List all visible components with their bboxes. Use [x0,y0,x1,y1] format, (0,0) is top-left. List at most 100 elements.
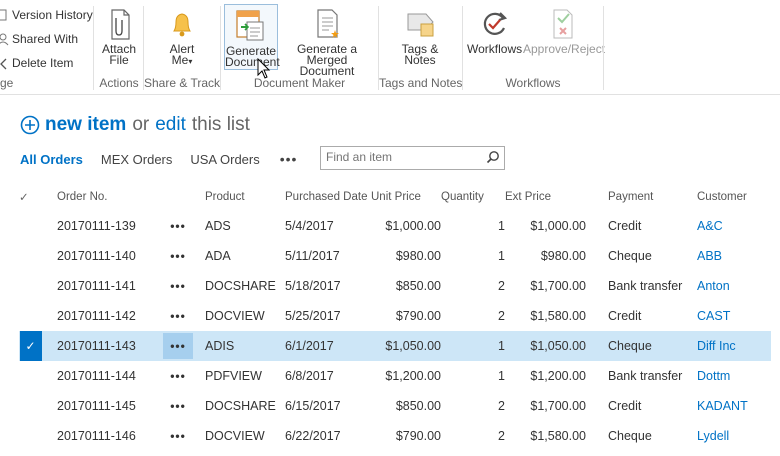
table-row[interactable]: ✓ 20170111-143 ••• ADIS 6/1/2017 $1,050.00 1 $1… [19,331,771,361]
customer-cell[interactable]: Diff Inc [697,331,771,361]
row-menu-button[interactable]: ••• [151,391,205,421]
manage-group: Version History Shared With Delete Item … [0,0,93,94]
row-checkbox[interactable] [19,241,42,271]
table-row[interactable]: 20170111-146 ••• DOCVIEW 6/22/2017 $790.00 2 $… [19,421,771,451]
purchased-date-cell: 5/25/2017 [285,309,341,323]
row-checkbox[interactable] [19,421,42,451]
customer-link[interactable]: Dottm [697,369,730,383]
delete-item-button[interactable]: Delete Item [0,53,73,73]
table-row[interactable]: 20170111-142 ••• DOCVIEW 5/25/2017 $790.00 2 $… [19,301,771,331]
view-tabs: All Orders MEX Orders USA Orders ••• [20,148,297,170]
attach-file-button[interactable]: Attach File [98,6,140,66]
table-row[interactable]: 20170111-145 ••• DOCSHARE 6/15/2017 $850.00 2… [19,391,771,421]
view-usa-orders[interactable]: USA Orders [190,152,259,167]
table-row[interactable]: 20170111-141 ••• DOCSHARE 5/18/2017 $850.00 2… [19,271,771,301]
search-input[interactable] [321,147,476,167]
payment-cell: Cheque [586,331,697,361]
row-menu-button[interactable]: ••• [151,241,205,271]
customer-cell[interactable]: Lydell [697,421,771,451]
row-checkbox[interactable] [19,361,42,391]
column-payment[interactable]: Payment [586,183,697,211]
table-row[interactable]: 20170111-140 ••• ADA 5/11/2017 $980.00 1 $980.… [19,241,771,271]
workflows-icon [476,6,512,42]
product-cell: PDFVIEW [205,369,262,383]
more-views-button[interactable]: ••• [280,151,298,167]
generate-merged-document-button[interactable]: Generate a Merged Document [279,6,375,77]
add-icon[interactable] [20,115,40,135]
ext-price-cell: $1,000.00 [530,219,586,233]
product-cell: DOCVIEW [205,429,265,443]
customer-link[interactable]: Diff Inc [697,339,736,353]
view-all-orders[interactable]: All Orders [20,152,83,167]
column-quantity[interactable]: Quantity [441,183,505,211]
purchased-date-cell: 6/22/2017 [285,429,341,443]
table-row[interactable]: 20170111-144 ••• PDFVIEW 6/8/2017 $1,200.00 1… [19,361,771,391]
customer-cell[interactable]: Dottm [697,361,771,391]
share-track-group: Alert Me▾ Share & Track [144,0,220,94]
approve-reject-label: Approve/Reject [523,42,606,56]
search-icon[interactable] [486,150,500,164]
order-no-cell[interactable]: 20170111-144 [42,361,151,391]
new-item-link[interactable]: new item [45,114,126,136]
payment-cell: Cheque [608,249,652,263]
unit-price-cell: $980.00 [395,249,441,263]
unit-price-cell: $850.00 [395,399,441,413]
order-no-cell[interactable]: 20170111-143 [42,331,151,361]
table-row[interactable]: 20170111-139 ••• ADS 5/4/2017 $1,000.00 1 $1,0… [19,211,771,241]
column-customer[interactable]: Customer [697,183,771,211]
order-no-cell[interactable]: 20170111-139 [42,211,151,241]
share-track-group-label: Share & Track [144,76,221,90]
approve-reject-icon [544,6,580,42]
row-checkbox[interactable] [19,271,42,301]
customer-cell[interactable]: A&C [697,211,771,241]
column-purchased-date[interactable]: Purchased Date [285,183,371,211]
shared-with-label: Shared With [12,32,79,46]
document-maker-group-label: Document Maker [253,76,346,90]
edit-link[interactable]: edit [155,114,186,136]
table-body: 20170111-139 ••• ADS 5/4/2017 $1,000.00 1 $1,0… [19,211,771,451]
customer-cell[interactable]: CAST [697,301,771,331]
row-menu-button[interactable]: ••• [151,211,205,241]
customer-cell[interactable]: Anton [697,271,771,301]
tags-notes-button[interactable]: Tags & Notes [397,6,443,66]
shared-with-button[interactable]: Shared With [0,29,78,49]
select-all-checkbox[interactable]: ✓ [19,183,42,211]
alert-me-button[interactable]: Alert Me▾ [162,6,202,67]
product-cell: DOCSHARE [205,279,276,293]
customer-link[interactable]: KADANT [697,399,748,413]
customer-cell[interactable]: KADANT [697,391,771,421]
row-checkbox[interactable] [19,211,42,241]
customer-link[interactable]: Lydell [697,429,729,443]
row-menu-button[interactable]: ••• [151,421,205,451]
ext-price-cell: $1,200.00 [530,369,586,383]
column-product[interactable]: Product [205,183,285,211]
tags-notes-label: Tags & Notes [401,42,439,67]
row-menu-button[interactable]: ••• [151,271,205,301]
customer-link[interactable]: A&C [697,219,723,233]
customer-link[interactable]: CAST [697,309,730,323]
ext-price-cell: $1,700.00 [530,279,586,293]
view-mex-orders[interactable]: MEX Orders [101,152,173,167]
customer-link[interactable]: Anton [697,279,730,293]
row-menu-button[interactable]: ••• [151,301,205,331]
version-history-button[interactable]: Version History [0,5,93,25]
customer-cell[interactable]: ABB [697,241,771,271]
customer-link[interactable]: ABB [697,249,722,263]
row-menu-button[interactable]: ••• [151,331,205,361]
row-checkbox[interactable]: ✓ [19,331,42,361]
delete-item-label: Delete Item [12,56,74,70]
generate-document-label: Generate Document [225,44,280,69]
order-no-cell[interactable]: 20170111-141 [42,271,151,301]
order-no-cell[interactable]: 20170111-146 [42,421,151,451]
column-order-no[interactable]: Order No. [42,183,151,211]
approve-reject-button[interactable]: Approve/Reject [523,6,605,55]
order-no-cell[interactable]: 20170111-142 [42,301,151,331]
row-menu-button[interactable]: ••• [151,361,205,391]
column-unit-price[interactable]: Unit Price [371,183,441,211]
row-checkbox[interactable] [19,391,42,421]
order-no-cell[interactable]: 20170111-140 [42,241,151,271]
order-no-cell[interactable]: 20170111-145 [42,391,151,421]
row-checkbox[interactable] [19,301,42,331]
workflows-button[interactable]: Workflows [467,6,522,55]
column-ext-price[interactable]: Ext Price [505,183,586,211]
